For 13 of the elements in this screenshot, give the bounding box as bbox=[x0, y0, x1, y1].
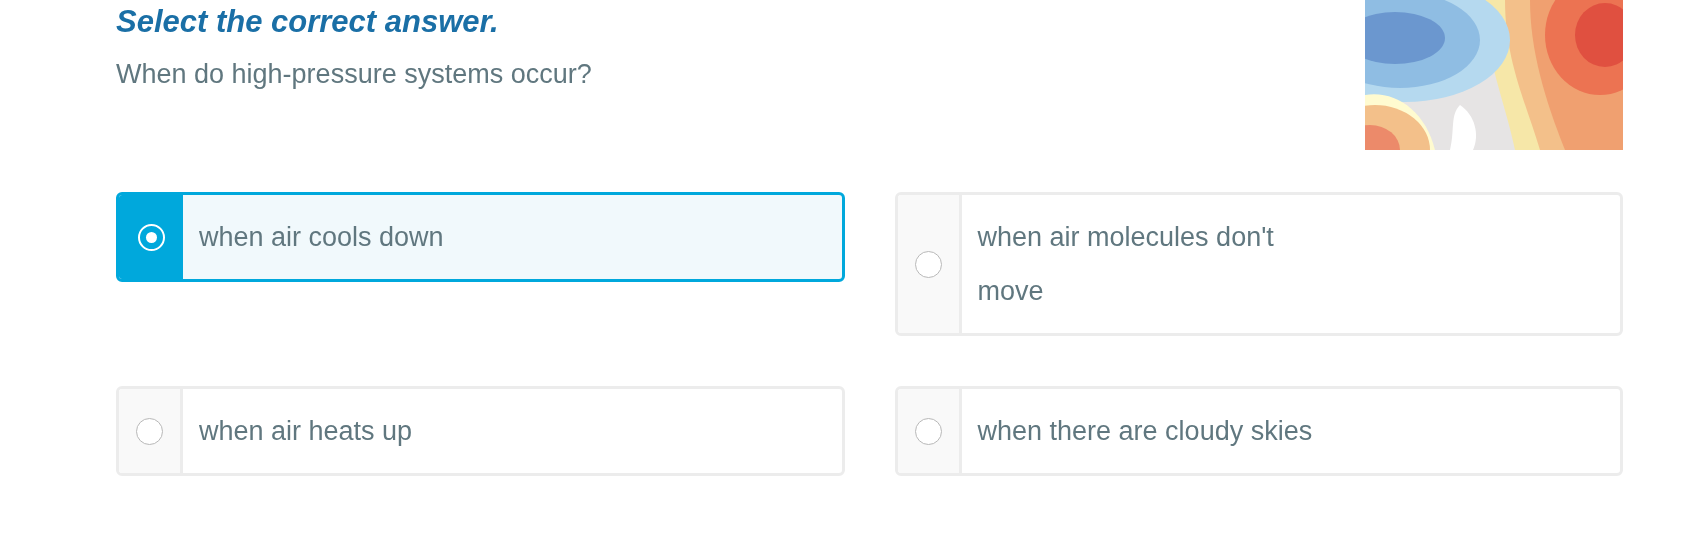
radio-button[interactable] bbox=[136, 417, 163, 445]
option-label: when there are cloudy skies bbox=[976, 415, 1314, 448]
option-label: when air heats up bbox=[198, 415, 414, 448]
answer-option[interactable]: when air heats up bbox=[116, 386, 845, 476]
option-label: when air cools down bbox=[198, 221, 445, 254]
answer-option[interactable]: when air cools down bbox=[116, 192, 845, 282]
answer-option[interactable]: when air molecules don't move bbox=[894, 192, 1623, 336]
radio-button[interactable] bbox=[914, 417, 942, 445]
instruction-heading: Select the correct answer. bbox=[116, 3, 500, 41]
radio-button[interactable] bbox=[914, 250, 942, 278]
question-text: When do high-pressure systems occur? bbox=[116, 58, 592, 91]
option-label: when air molecules don't move bbox=[976, 221, 1275, 308]
answer-option[interactable]: when there are cloudy skies bbox=[894, 386, 1623, 476]
